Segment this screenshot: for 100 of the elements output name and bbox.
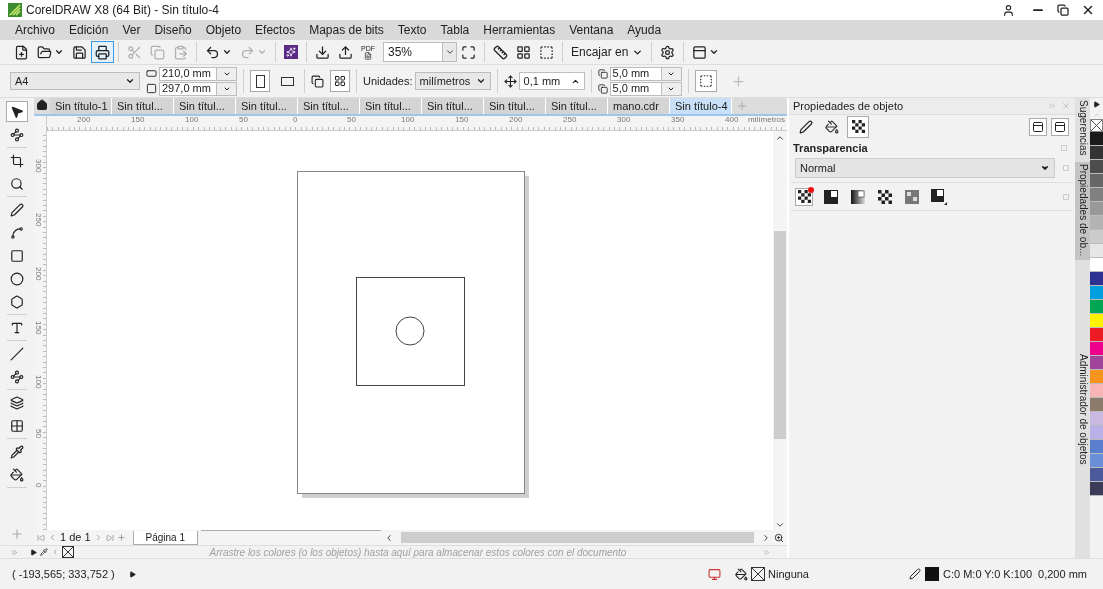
zoom-icon[interactable]	[774, 532, 784, 543]
document-tab[interactable]: Sin títul...	[236, 98, 298, 114]
color-swatch[interactable]	[1090, 244, 1103, 258]
menu-item[interactable]: Archivo	[8, 21, 62, 39]
scroll-right-icon[interactable]	[761, 532, 771, 543]
snap-to-dropdown[interactable]: Encajar en	[567, 41, 648, 63]
uniform-transparency-button[interactable]	[822, 187, 840, 206]
color-swatch[interactable]	[1090, 314, 1103, 328]
eyedropper-icon[interactable]	[40, 548, 48, 556]
menu-item[interactable]: Ayuda	[620, 21, 669, 39]
ruler-label: 150	[34, 321, 42, 335]
document-tab[interactable]: Sin títul...	[546, 98, 608, 114]
scroll-left-icon[interactable]	[384, 532, 394, 543]
color-swatch[interactable]	[1090, 482, 1103, 496]
menu-item[interactable]: Objeto	[198, 21, 249, 39]
pattern-transparency-button[interactable]	[876, 187, 894, 206]
color-swatch[interactable]	[1090, 398, 1103, 412]
color-swatch[interactable]	[1090, 426, 1103, 440]
menu-item[interactable]: Texto	[390, 21, 434, 39]
current-page-button[interactable]	[330, 70, 350, 92]
menu-item[interactable]: Tabla	[433, 21, 477, 39]
print-button[interactable]	[91, 41, 114, 63]
transparency-tab[interactable]	[847, 115, 869, 138]
caret-icon	[444, 47, 455, 57]
all-pages-icon[interactable]	[311, 74, 324, 88]
duplicate-x-field[interactable]: 5,0 mm	[609, 66, 682, 81]
document-tab[interactable]: Sin títul...	[174, 98, 236, 114]
palette-menu-icon[interactable]	[1093, 101, 1100, 108]
restore-icon[interactable]	[1057, 4, 1069, 16]
page-width-field[interactable]: 210,0 mm	[159, 66, 237, 81]
page-tab[interactable]: Página 1	[132, 530, 198, 545]
color-swatch[interactable]	[1090, 328, 1103, 342]
transparency-mode-dropdown[interactable]: Normal	[795, 158, 1055, 178]
horizontal-scrollbar[interactable]	[401, 532, 754, 543]
color-swatch[interactable]	[1090, 454, 1103, 468]
document-tab[interactable]: Sin títul...	[484, 98, 546, 114]
color-swatch[interactable]	[1090, 202, 1103, 216]
color-swatch[interactable]	[1090, 216, 1103, 230]
close-icon[interactable]	[1081, 3, 1095, 17]
play-icon[interactable]	[30, 548, 37, 556]
document-tab[interactable]: Sin título-1	[50, 98, 112, 114]
color-swatch[interactable]	[1090, 286, 1103, 300]
artistic-tool-icon	[10, 225, 24, 240]
color-swatch[interactable]	[1090, 370, 1103, 384]
color-swatch[interactable]	[1090, 272, 1103, 286]
no-transparency-button[interactable]	[795, 187, 813, 206]
expand-arrow-icon[interactable]	[128, 570, 136, 578]
color-swatch[interactable]	[1090, 230, 1103, 244]
portrait-button[interactable]	[250, 70, 270, 92]
document-tab[interactable]: Sin título-4	[670, 98, 732, 114]
color-swatch[interactable]	[1090, 258, 1103, 272]
menu-item[interactable]: Mapas de bits	[302, 21, 391, 39]
units-dropdown[interactable]: milímetros	[414, 72, 491, 90]
color-swatch[interactable]	[1090, 132, 1103, 146]
menu-item[interactable]: Edición	[62, 21, 116, 39]
color-swatch[interactable]	[1090, 342, 1103, 356]
nudge-distance-field[interactable]: 0,1 mm	[518, 72, 585, 90]
ruler-label: 0	[293, 116, 298, 124]
color-swatch[interactable]	[1090, 174, 1103, 188]
eyedropper-tool-icon	[10, 444, 24, 459]
color-swatch[interactable]	[1090, 468, 1103, 482]
document-tab[interactable]: Sin títul...	[112, 98, 174, 114]
frame-button[interactable]	[1029, 117, 1047, 136]
page-size-dropdown[interactable]: A4	[10, 72, 140, 90]
page-height-field[interactable]: 297,0 mm	[159, 81, 237, 96]
settings-icon	[660, 44, 676, 60]
document-tab[interactable]: mano.cdr	[608, 98, 670, 114]
pick-tool[interactable]	[6, 101, 28, 122]
duplicate-y-field[interactable]: 5,0 mm	[609, 81, 682, 96]
menu-item[interactable]: Herramientas	[476, 21, 563, 39]
document-tab[interactable]: Sin títul...	[298, 98, 360, 114]
zoom-level-dropdown[interactable]: 35%	[383, 42, 457, 62]
caret-icon	[709, 47, 720, 57]
document-tab[interactable]: Sin títul...	[422, 98, 484, 114]
home-tab[interactable]	[36, 99, 48, 111]
color-swatch[interactable]	[1090, 384, 1103, 398]
color-swatch[interactable]	[1090, 300, 1103, 314]
color-swatch[interactable]	[1090, 188, 1103, 202]
bleed-button[interactable]	[694, 70, 717, 92]
folder-icon	[37, 44, 52, 60]
color-swatch[interactable]	[1090, 412, 1103, 426]
menu-item[interactable]: Ventana	[562, 21, 621, 39]
document-tab[interactable]: Sin títul...	[360, 98, 422, 114]
menu-item[interactable]: Diseño	[147, 21, 199, 39]
shadow-tool-icon	[10, 395, 24, 410]
gradient-transparency-button[interactable]	[849, 187, 867, 206]
no-color-swatch[interactable]	[1090, 119, 1103, 132]
color-swatch[interactable]	[1090, 160, 1103, 174]
no-color-swatch[interactable]	[62, 546, 74, 558]
color-swatch[interactable]	[1090, 146, 1103, 160]
docker-side-tab[interactable]: Propiedades de ob...	[1075, 161, 1090, 260]
two-color-transparency-button[interactable]	[930, 187, 948, 206]
bitmap-transparency-button[interactable]	[903, 187, 921, 206]
menu-item[interactable]: Ver	[115, 21, 148, 39]
user-account-icon[interactable]	[1002, 3, 1015, 17]
color-swatch[interactable]	[1090, 440, 1103, 454]
menu-item[interactable]: Efectos	[248, 21, 303, 39]
frame-preview-button[interactable]	[1051, 117, 1069, 136]
outline-color-status: C:0 M:0 Y:0 K:100	[943, 566, 1033, 582]
color-swatch[interactable]	[1090, 356, 1103, 370]
